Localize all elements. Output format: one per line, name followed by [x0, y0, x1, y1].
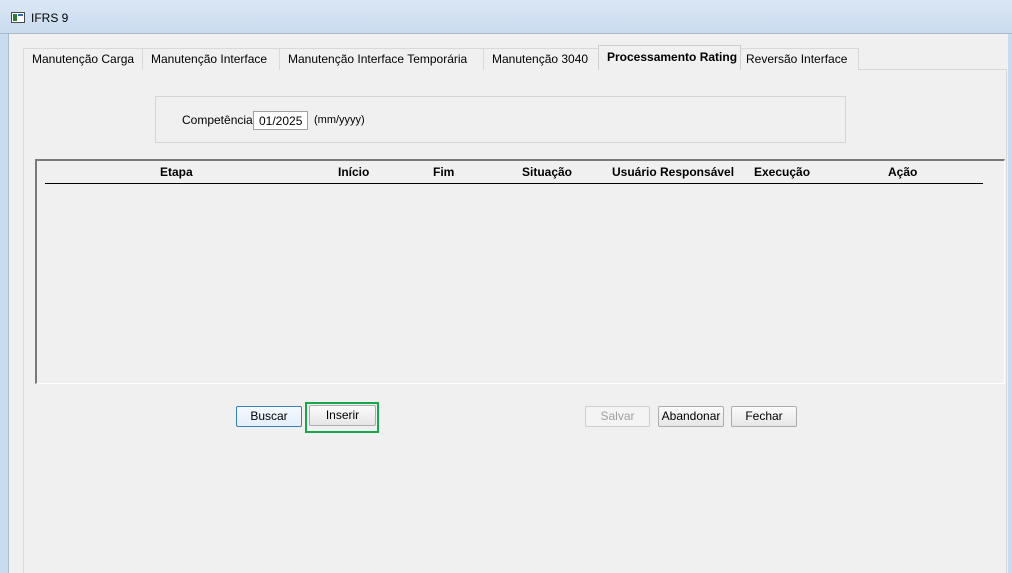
tab-reversao-interface[interactable]: Reversão Interface — [737, 48, 859, 70]
salvar-button[interactable]: Salvar — [585, 406, 650, 427]
column-header-situacao[interactable]: Situação — [522, 165, 572, 179]
competencia-input[interactable] — [253, 111, 308, 130]
window-frame-right — [1008, 34, 1012, 573]
tab-processamento-rating[interactable]: Processamento Rating — [598, 45, 741, 70]
competencia-format-hint: (mm/yyyy) — [314, 114, 365, 126]
tab-manutencao-carga[interactable]: Manutenção Carga — [23, 48, 144, 70]
competencia-label: Competência — [182, 113, 253, 127]
tab-manutencao-interface-temporaria[interactable]: Manutenção Interface Temporária — [279, 48, 486, 70]
grid-header-separator — [45, 183, 983, 184]
column-header-acao[interactable]: Ação — [888, 165, 917, 179]
column-header-etapa[interactable]: Etapa — [160, 165, 193, 179]
column-header-fim[interactable]: Fim — [433, 165, 454, 179]
tab-manutencao-interface[interactable]: Manutenção Interface — [142, 48, 281, 70]
tab-manutencao-3040[interactable]: Manutenção 3040 — [483, 48, 600, 70]
results-grid[interactable]: Etapa Início Fim Situação Usuário Respon… — [35, 159, 1005, 384]
fechar-button[interactable]: Fechar — [731, 406, 797, 427]
column-header-inicio[interactable]: Início — [338, 165, 369, 179]
app-window-icon — [11, 12, 25, 23]
column-header-usuario-responsavel[interactable]: Usuário Responsável — [612, 165, 734, 179]
window-title: IFRS 9 — [31, 11, 69, 25]
title-bar: IFRS 9 — [0, 0, 1012, 34]
abandonar-button[interactable]: Abandonar — [658, 406, 724, 427]
inserir-button[interactable]: Inserir — [309, 405, 376, 426]
window-frame-left — [0, 34, 9, 573]
buscar-button[interactable]: Buscar — [236, 406, 302, 427]
column-header-execucao[interactable]: Execução — [754, 165, 810, 179]
